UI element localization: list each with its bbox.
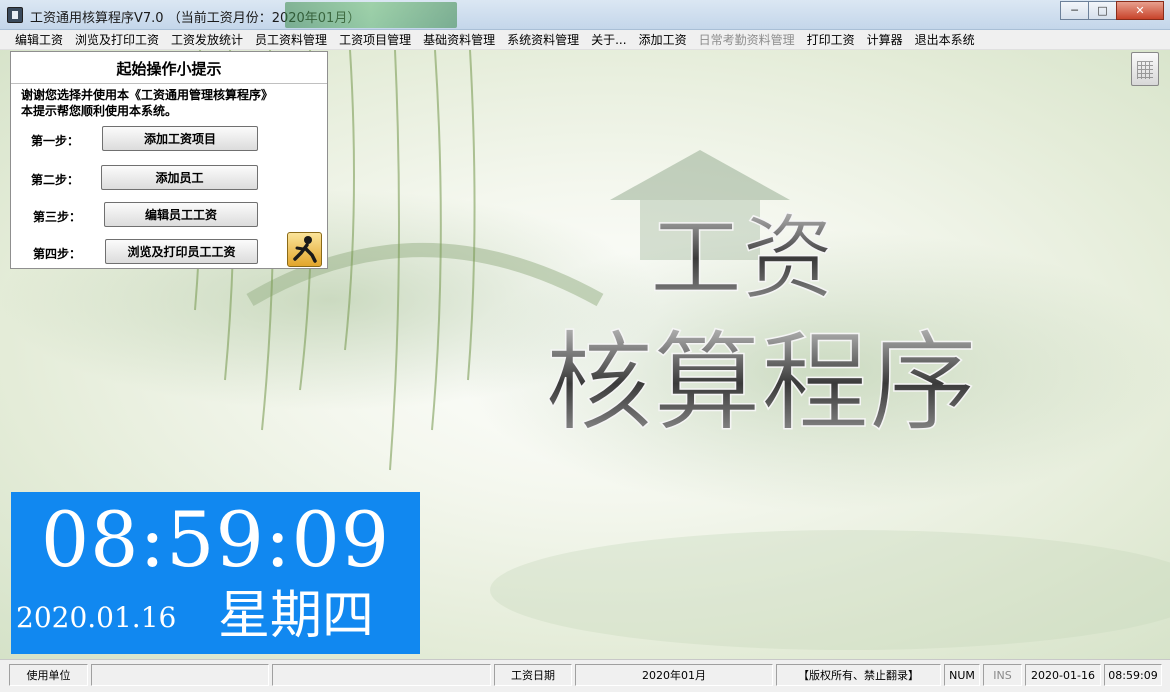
clock-weekday: 星期四 bbox=[218, 586, 375, 646]
tips-description-line2: 本提示帮您顺利使用本系统。 bbox=[21, 104, 178, 118]
pavilion-roof bbox=[610, 150, 790, 200]
window-controls: ─ □ ✕ bbox=[1060, 1, 1164, 20]
status-sys-date: 2020-01-16 bbox=[1025, 664, 1101, 686]
status-blank bbox=[272, 664, 491, 686]
step3-label: 第三步： bbox=[33, 210, 82, 224]
running-person-icon-glyph bbox=[293, 236, 317, 263]
title-bar: 工资通用核算程序V7.0 （当前工资月份：2020年01月） ─ □ ✕ bbox=[0, 0, 1170, 30]
clock-date: 2020.01.16 bbox=[16, 601, 177, 634]
tips-divider bbox=[11, 83, 327, 84]
menu-edit-salary[interactable]: 编辑工资 bbox=[9, 30, 69, 50]
startup-tips-panel: 起始操作小提示 谢谢您选择并使用本《工资通用管理核算程序》 本提示帮您顺利使用本… bbox=[10, 51, 328, 269]
browse-print-salary-button[interactable]: 浏览及打印员工工资 bbox=[105, 239, 258, 264]
menu-salary-items[interactable]: 工资项目管理 bbox=[333, 30, 417, 50]
close-button[interactable]: ✕ bbox=[1116, 1, 1164, 20]
menu-calculator[interactable]: 计算器 bbox=[861, 30, 909, 50]
digital-clock: 08:59:09 2020.01.16 星期四 bbox=[11, 492, 420, 654]
calculator-icon bbox=[1137, 61, 1153, 79]
edit-employee-salary-button[interactable]: 编辑员工工资 bbox=[104, 202, 258, 227]
status-bar: 使用单位 工资日期 2020年01月 【版权所有、禁止翻录】 NUM INS 2… bbox=[0, 659, 1170, 692]
add-employee-button[interactable]: 添加员工 bbox=[101, 165, 258, 190]
clock-time: 08:59:09 bbox=[40, 495, 391, 584]
tips-description: 谢谢您选择并使用本《工资通用管理核算程序》 本提示帮您顺利使用本系统。 bbox=[21, 87, 273, 119]
menu-attendance: 日常考勤资料管理 bbox=[698, 32, 795, 47]
tips-description-line1: 谢谢您选择并使用本《工资通用管理核算程序》 bbox=[21, 88, 274, 102]
minimize-button[interactable]: ─ bbox=[1060, 1, 1089, 20]
status-num: NUM bbox=[944, 664, 980, 686]
step2-label: 第二步： bbox=[31, 173, 80, 187]
calculator-button[interactable] bbox=[1131, 52, 1159, 86]
main-area: 工资 核算程序 起始操作小提示 谢谢您选择并使用本《工资通用管理核算程序》 本提… bbox=[0, 50, 1170, 659]
menu-add-salary[interactable]: 添加工资 bbox=[633, 30, 693, 50]
status-unit-label: 使用单位 bbox=[9, 664, 88, 686]
status-date-value: 2020年01月 bbox=[575, 664, 773, 686]
title-decoration bbox=[285, 2, 457, 28]
menu-exit[interactable]: 退出本系统 bbox=[909, 30, 981, 50]
menu-salary-statistics[interactable]: 工资发放统计 bbox=[165, 30, 249, 50]
status-date-label: 工资日期 bbox=[494, 664, 572, 686]
step1-label: 第一步： bbox=[31, 134, 80, 148]
status-copyright: 【版权所有、禁止翻录】 bbox=[776, 664, 941, 686]
menu-basic-data[interactable]: 基础资料管理 bbox=[417, 30, 501, 50]
app-icon[interactable] bbox=[7, 7, 23, 23]
menu-about[interactable]: 关于... bbox=[585, 30, 632, 50]
status-unit-value bbox=[91, 664, 269, 686]
running-person-icon[interactable] bbox=[287, 232, 322, 267]
menu-bar: 编辑工资 浏览及打印工资 工资发放统计 员工资料管理 工资项目管理 基础资料管理… bbox=[0, 30, 1170, 50]
water-reflection bbox=[490, 530, 1170, 650]
maximize-button[interactable]: □ bbox=[1088, 1, 1117, 20]
menu-employee-data[interactable]: 员工资料管理 bbox=[249, 30, 333, 50]
background-title-line2: 核算程序 bbox=[545, 321, 977, 446]
tips-title: 起始操作小提示 bbox=[116, 60, 222, 78]
add-salary-item-button[interactable]: 添加工资项目 bbox=[102, 126, 258, 151]
step4-label: 第四步： bbox=[33, 247, 82, 261]
menu-system-data[interactable]: 系统资料管理 bbox=[501, 30, 585, 50]
menu-browse-print-salary[interactable]: 浏览及打印工资 bbox=[69, 30, 165, 50]
status-sys-time: 08:59:09 bbox=[1104, 664, 1162, 686]
menu-print-salary[interactable]: 打印工资 bbox=[801, 30, 861, 50]
status-ins: INS bbox=[983, 664, 1022, 686]
background-title-line1: 工资 bbox=[650, 205, 834, 312]
